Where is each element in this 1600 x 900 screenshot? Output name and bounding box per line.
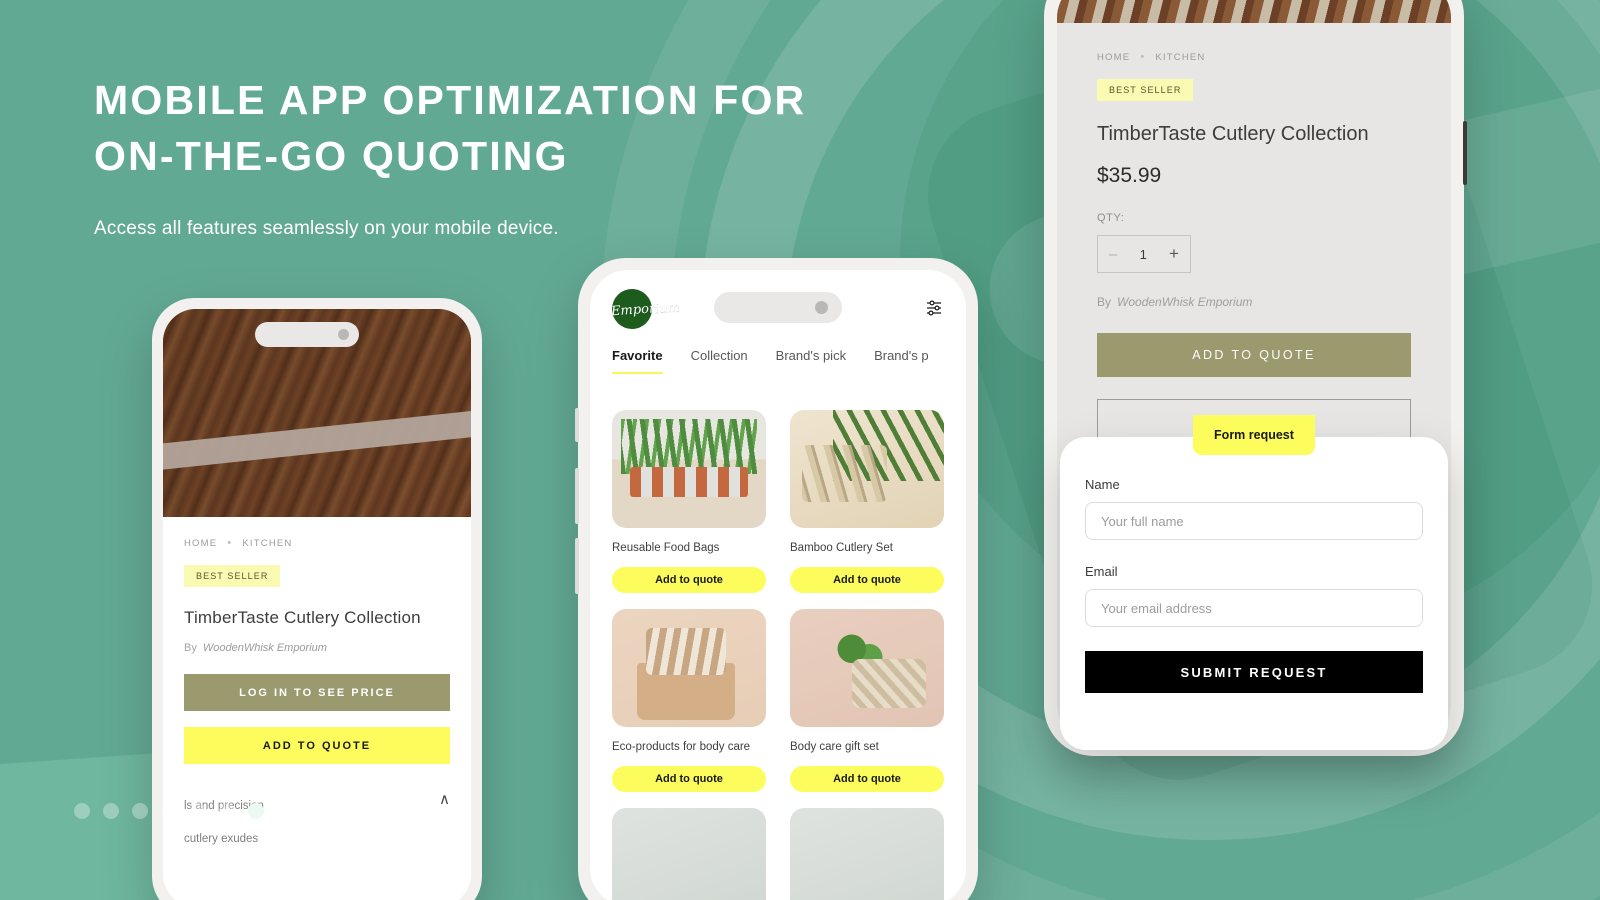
- breadcrumb-category[interactable]: KITCHEN: [1155, 52, 1205, 63]
- email-label: Email: [1085, 564, 1118, 579]
- breadcrumb-separator: •: [227, 537, 233, 549]
- vendor-byline: By WoodenWhisk Emporium: [184, 642, 450, 654]
- product-name: Eco-products for body care: [612, 741, 751, 753]
- tab-brands-p[interactable]: Brand's p: [874, 348, 929, 372]
- chevron-up-icon[interactable]: ∧: [439, 790, 450, 808]
- front-camera-dot: [338, 329, 349, 340]
- page-title: MOBILE APP OPTIMIZATION FOR ON-THE-GO QU…: [94, 77, 807, 179]
- product-image: [790, 609, 944, 727]
- product-hero-image: [1057, 0, 1451, 23]
- breadcrumb: HOME • KITCHEN: [1097, 51, 1411, 63]
- breadcrumb-home[interactable]: HOME: [184, 538, 217, 549]
- tab-brands-pick[interactable]: Brand's pick: [776, 348, 846, 372]
- by-label: By: [1097, 295, 1112, 309]
- add-to-quote-button[interactable]: Add to quote: [790, 766, 944, 792]
- product-card[interactable]: Bamboo Cutlery Set Add to quote: [790, 410, 944, 593]
- pagination-dots[interactable]: [74, 803, 264, 819]
- phone-center-screen: Emporium Favorite Collection Brand's pic…: [590, 270, 966, 900]
- status-badge: BEST SELLER: [184, 565, 281, 587]
- form-request-card: Form request Name Your full name Email Y…: [1060, 415, 1448, 750]
- pagination-dot[interactable]: [190, 803, 206, 819]
- pagination-dot[interactable]: [161, 803, 177, 819]
- product-price: $35.99: [1097, 164, 1162, 187]
- headline-block: MOBILE APP OPTIMIZATION FOR ON-THE-GO QU…: [94, 72, 854, 240]
- by-label: By: [184, 642, 197, 654]
- product-grid: Reusable Food Bags Add to quote Bamboo C…: [590, 398, 966, 900]
- email-input[interactable]: Your email address: [1085, 589, 1423, 627]
- tab-favorite[interactable]: Favorite: [612, 348, 663, 374]
- vendor-byline: By WoodenWhisk Emporium: [1097, 295, 1411, 309]
- product-description-accordion[interactable]: ∧ ls and precision cutlery exudes: [184, 790, 450, 856]
- status-badge: BEST SELLER: [1097, 79, 1194, 101]
- phone-side-button-volume-up[interactable]: [575, 468, 579, 524]
- dynamic-island: [714, 292, 842, 323]
- description-line-2: cutlery exudes: [184, 833, 259, 845]
- brand-logo[interactable]: Emporium: [611, 289, 681, 329]
- product-card[interactable]: Body care gift set Add to quote: [790, 609, 944, 792]
- front-camera-dot: [815, 301, 828, 314]
- phone-side-button-volume-down[interactable]: [575, 538, 579, 594]
- add-to-quote-button[interactable]: ADD TO QUOTE: [184, 727, 450, 764]
- pagination-dot[interactable]: [132, 803, 148, 819]
- pagination-dot[interactable]: [219, 803, 235, 819]
- product-title: TimberTaste Cutlery Collection: [1097, 123, 1369, 145]
- add-to-quote-button[interactable]: ADD TO QUOTE: [1097, 333, 1411, 377]
- field-spacer: [1085, 540, 1423, 560]
- breadcrumb: HOME • KITCHEN: [184, 537, 450, 549]
- phone-mockup-center: Emporium Favorite Collection Brand's pic…: [575, 258, 978, 900]
- login-to-see-price-button[interactable]: LOG IN TO SEE PRICE: [184, 674, 450, 711]
- pagination-dot-active[interactable]: [248, 803, 264, 819]
- product-title: TimberTaste Cutlery Collection: [184, 608, 421, 627]
- quantity-decrement-button[interactable]: –: [1109, 246, 1117, 263]
- dynamic-island: [255, 322, 359, 347]
- product-detail-card: HOME • KITCHEN BEST SELLER TimberTaste C…: [163, 517, 471, 900]
- phone-side-button-mute[interactable]: [575, 408, 579, 442]
- form-request-tag: Form request: [1193, 415, 1315, 455]
- quantity-label: QTY:: [1097, 212, 1125, 224]
- vendor-name[interactable]: WoodenWhisk Emporium: [203, 642, 327, 654]
- product-name: Bamboo Cutlery Set: [790, 542, 893, 554]
- name-label: Name: [1085, 477, 1120, 492]
- product-image: [790, 410, 944, 528]
- product-card[interactable]: Reusable Food Bags Add to quote: [612, 410, 766, 593]
- add-to-quote-button[interactable]: Add to quote: [612, 766, 766, 792]
- product-image: [612, 808, 766, 900]
- pagination-dot[interactable]: [74, 803, 90, 819]
- product-card-partial[interactable]: [612, 808, 766, 900]
- pagination-dot[interactable]: [103, 803, 119, 819]
- vendor-name[interactable]: WoodenWhisk Emporium: [1117, 295, 1252, 309]
- breadcrumb-category[interactable]: KITCHEN: [242, 538, 292, 549]
- phone-side-button-power[interactable]: [1463, 121, 1467, 185]
- breadcrumb-separator: •: [1140, 51, 1146, 63]
- quantity-value[interactable]: 1: [1140, 247, 1147, 262]
- add-to-quote-button[interactable]: Add to quote: [612, 567, 766, 593]
- quantity-increment-button[interactable]: +: [1169, 244, 1179, 264]
- name-input[interactable]: Your full name: [1085, 502, 1423, 540]
- quantity-stepper[interactable]: – 1 +: [1097, 235, 1191, 273]
- product-name: Reusable Food Bags: [612, 542, 720, 554]
- product-image: [790, 808, 944, 900]
- product-image: [612, 609, 766, 727]
- product-image: [612, 410, 766, 528]
- category-tabs[interactable]: Favorite Collection Brand's pick Brand's…: [590, 348, 966, 388]
- page-subtitle: Access all features seamlessly on your m…: [94, 218, 559, 239]
- submit-request-button[interactable]: SUBMIT REQUEST: [1085, 651, 1423, 693]
- product-card-partial[interactable]: [790, 808, 944, 900]
- product-name: Body care gift set: [790, 741, 879, 753]
- filter-sliders-icon[interactable]: [924, 297, 944, 322]
- add-to-quote-button[interactable]: Add to quote: [790, 567, 944, 593]
- tab-collection[interactable]: Collection: [691, 348, 748, 372]
- brand-logo-text: Emporium: [611, 299, 681, 319]
- product-card[interactable]: Eco-products for body care Add to quote: [612, 609, 766, 792]
- breadcrumb-home[interactable]: HOME: [1097, 52, 1130, 63]
